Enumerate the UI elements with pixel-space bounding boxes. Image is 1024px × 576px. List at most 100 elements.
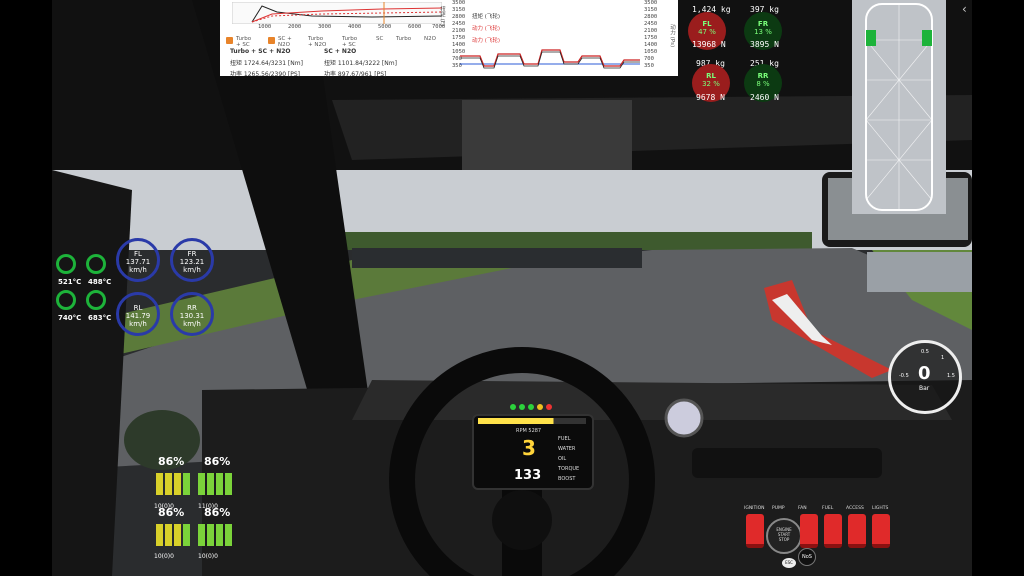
ignition-switch[interactable] (746, 514, 764, 548)
steering-dash-display: RPM 5287 3 133 FUEL WATER OIL TORQUE BOO… (472, 404, 594, 490)
tire-temp-ring (56, 254, 76, 274)
boost-tick: 1 (941, 355, 945, 361)
tire-wear-rl: 86% (158, 506, 185, 519)
rl-wheel-speed: RL 141.79 km/h (116, 292, 160, 336)
right-axis-tick: 700 (644, 56, 654, 62)
rr-pct: 8 % (756, 80, 770, 88)
ignition-label: IGNITION (744, 506, 765, 511)
rpm-label: RPM 5287 (516, 428, 542, 434)
left-axis-label: 扭矩 (F) (439, 6, 445, 27)
left-header: Turbo + SC + N2O (230, 48, 291, 55)
left-axis-tick: 3500 (452, 0, 466, 6)
tire-wear-rr: 86% (204, 506, 231, 519)
turbo-sc-checkbox[interactable] (226, 37, 233, 44)
rpm-tick: 6000 (408, 24, 422, 30)
tire-wear-bar-fr (198, 473, 232, 495)
water-label: WATER (558, 446, 576, 452)
legend-label[interactable]: SC (376, 36, 383, 42)
right-axis-tick: 1400 (644, 42, 658, 48)
right-axis-tick: 350 (644, 63, 654, 69)
left-axis-tick: 3150 (452, 7, 466, 13)
fan-label: FAN (798, 506, 807, 511)
rpm-tick: 1000 (258, 24, 272, 30)
left-torque: 扭矩 1724.64/3231 [Nm] (230, 60, 303, 67)
access-switch[interactable] (848, 514, 866, 548)
left-axis-tick: 2800 (452, 14, 466, 20)
torque-line-label: 扭矩 (飞轮) (472, 14, 501, 20)
tire-temp-ring (56, 290, 76, 310)
boost-unit: Bar (919, 385, 930, 392)
fr-pct: 13 % (754, 28, 772, 36)
rpm-tick: 5000 (378, 24, 392, 30)
nos-button[interactable]: NoS (798, 548, 816, 566)
tire-temp-ring (86, 290, 106, 310)
legend-label: Turbo + SC (236, 36, 252, 48)
tire-temp-fl: 521°C (58, 278, 82, 286)
rr-wheel-speed: RR 130.31 km/h (170, 292, 214, 336)
start-stop-button[interactable]: ENGINE START STOP (766, 518, 802, 554)
fuel-switch[interactable] (824, 514, 842, 548)
left-axis-tick: 1750 (452, 35, 466, 41)
fuel-label: FUEL (558, 436, 571, 442)
rl-label: RL (706, 72, 716, 80)
left-power: 功率 1265.56/2390 [PS] (230, 71, 301, 78)
access-label: ACCESS (846, 506, 864, 511)
rl-load-n: 9678 N (696, 93, 725, 102)
sc-n2o-checkbox[interactable] (268, 37, 275, 44)
lights-switch[interactable] (872, 514, 890, 548)
fl-pct: 47 % (698, 28, 716, 36)
legend-label[interactable]: Turbo + SC (342, 36, 357, 48)
start-stop-label: ENGINE START STOP (776, 527, 792, 542)
legend-label[interactable]: N2O (424, 36, 436, 42)
rpm-tick: 3000 (318, 24, 332, 30)
tire-info-rr: 10(0)0 (198, 553, 218, 560)
letterbox-right (972, 0, 1024, 576)
tire-temp-fr: 488°C (88, 278, 112, 286)
collapse-arrow[interactable]: ‹ (962, 2, 967, 16)
torque-label: TORQUE (558, 466, 580, 472)
legend-label[interactable]: Turbo (396, 36, 411, 42)
power-torque-graph-panel: 1000 2000 3000 4000 5000 6000 7000 Turbo… (220, 0, 678, 78)
rl-pct: 32 % (702, 80, 720, 88)
legend-label[interactable]: Turbo + N2O (308, 36, 326, 48)
right-axis-tick: 1750 (644, 35, 658, 41)
fr-load-n: 3895 N (750, 40, 779, 49)
tire-info-rl: 10(0)0 (154, 553, 174, 560)
tire-temp-ring (86, 254, 106, 274)
fl-label: FL (702, 20, 712, 28)
car-wireframe-view (852, 0, 946, 214)
lights-label: LIGHTS (872, 506, 889, 511)
right-axis-tick: 2800 (644, 14, 658, 20)
speed-readout: 133 (514, 468, 542, 483)
right-header: SC + N2O (324, 48, 357, 55)
right-axis-tick: 2450 (644, 21, 658, 27)
fan-switch[interactable] (800, 514, 818, 548)
car-chassis-icon (865, 3, 933, 211)
right-axis-label: 动力 (Ps) (669, 24, 675, 48)
shift-lights (510, 404, 554, 412)
rpm-tick: 2000 (288, 24, 302, 30)
right-axis-tick: 2100 (644, 28, 658, 34)
right-axis-tick: 1050 (644, 49, 658, 55)
gear-indicator: 3 (522, 436, 536, 460)
pump-label: PUMP (772, 506, 785, 511)
rr-label: RR (757, 72, 769, 80)
rr-speed-text: RR 130.31 km/h (179, 304, 205, 328)
rr-load-n: 2460 N (750, 93, 779, 102)
right-torque: 扭矩 1101.84/3222 [Nm] (324, 60, 397, 67)
rpm-bar (478, 418, 586, 424)
rl-speed-text: RL 141.79 km/h (125, 304, 151, 328)
boost-value: 0 (918, 363, 931, 384)
esc-button[interactable]: ESC (782, 558, 796, 568)
fr-wheel-speed: FR 123.21 km/h (170, 238, 214, 282)
boost-tick: 0.5 (921, 349, 929, 355)
fl-speed-text: FL 137.71 km/h (125, 250, 151, 274)
tire-temp-rl: 740°C (58, 314, 82, 322)
rpm-tick: 4000 (348, 24, 362, 30)
left-axis-tick: 2450 (452, 21, 466, 27)
tire-wear-fl: 86% (158, 455, 185, 468)
boost-tick: 1.5 (947, 373, 955, 379)
tire-wear-fr: 86% (204, 455, 231, 468)
tire-temp-rr: 683°C (88, 314, 112, 322)
rpm-curve-chart (232, 2, 442, 24)
